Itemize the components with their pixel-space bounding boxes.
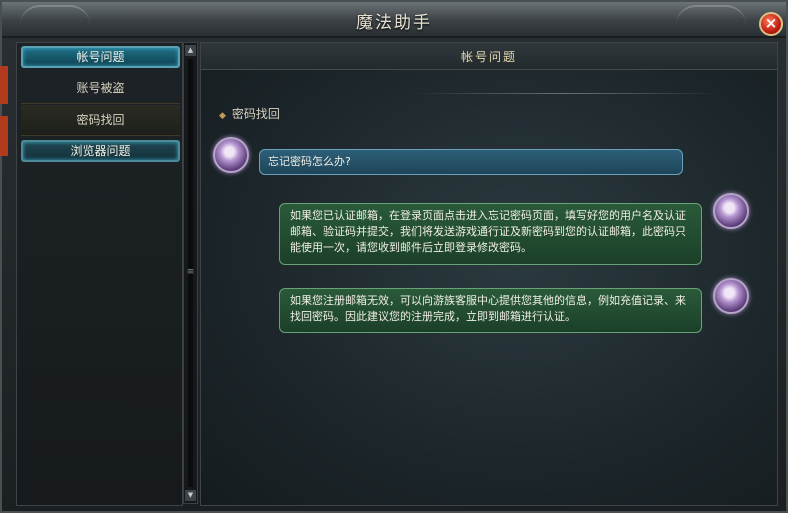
content-panel: 帐号问题 ◆ 密码找回 忘记密码怎么办? 如果您已认证邮箱，在登录页面点击进入忘记… — [200, 42, 778, 506]
sidebar-item-account-stolen[interactable]: 账号被盗 — [21, 73, 180, 104]
assistant-avatar — [713, 193, 749, 229]
scroll-down-arrow[interactable]: ▼ — [185, 490, 196, 501]
divider — [411, 93, 721, 94]
sidebar-item-password-recovery[interactable]: 密码找回 — [21, 105, 180, 136]
diamond-icon: ◆ — [219, 111, 226, 121]
content-header: 帐号问题 — [201, 43, 777, 70]
question-bubble: 忘记密码怎么办? — [259, 149, 683, 175]
category-sidebar: 帐号问题 账号被盗 密码找回 浏览器问题 — [16, 42, 183, 506]
user-avatar — [213, 137, 249, 173]
side-tab[interactable] — [0, 66, 8, 104]
scroll-up-arrow[interactable]: ▲ — [185, 45, 196, 56]
window-title: 魔法助手 — [356, 13, 432, 33]
assistant-avatar — [713, 278, 749, 314]
category-account-button[interactable]: 帐号问题 — [21, 46, 180, 68]
content-title: 帐号问题 — [460, 50, 517, 64]
section-title: 密码找回 — [231, 107, 280, 121]
category-browser-button[interactable]: 浏览器问题 — [21, 140, 180, 162]
assistant-window: 魔法助手 × 帐号问题 账号被盗 密码找回 浏览器问题 ▲ ≡ ▼ 帐号问题 ◆… — [0, 0, 788, 513]
section-heading: ◆ 密码找回 — [219, 105, 280, 122]
answer-bubble: 如果您注册邮箱无效，可以向游族客服中心提供您其他的信息，例如充值记录、来找回密码… — [279, 288, 702, 333]
scroll-grip-icon[interactable]: ≡ — [185, 267, 196, 277]
side-tab[interactable] — [0, 116, 8, 156]
close-button[interactable]: × — [759, 12, 783, 36]
title-bar[interactable]: 魔法助手 — [2, 2, 786, 38]
sidebar-scrollbar[interactable]: ▲ ≡ ▼ — [183, 42, 198, 504]
answer-bubble: 如果您已认证邮箱，在登录页面点击进入忘记密码页面，填写好您的用户名及认证邮箱、验… — [279, 203, 702, 265]
